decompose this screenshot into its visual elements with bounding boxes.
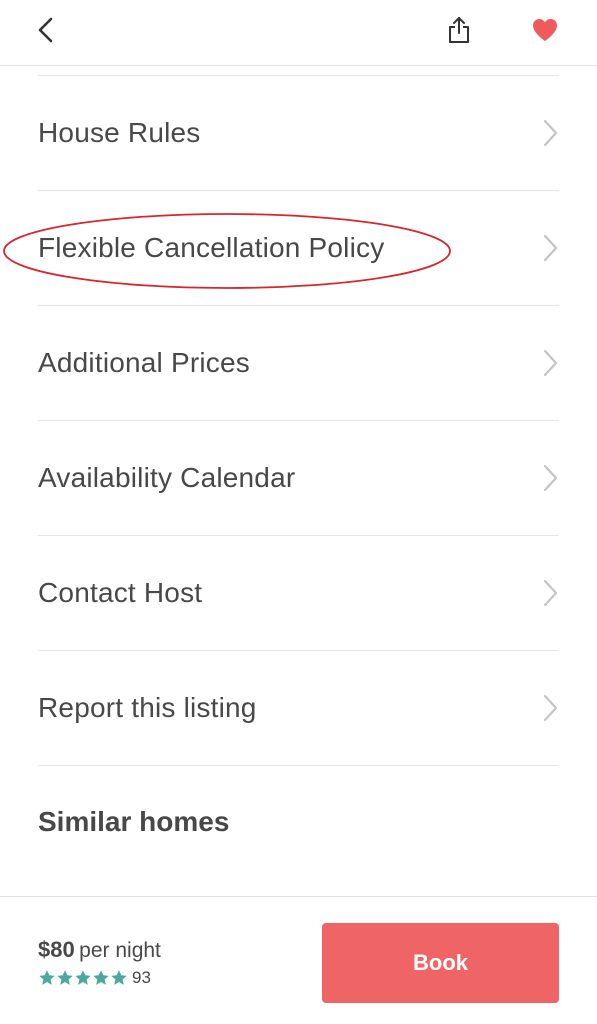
share-button[interactable] (441, 12, 477, 48)
book-button[interactable]: Book (322, 923, 559, 1003)
favorite-button[interactable] (527, 12, 563, 48)
menu-item-cancellation-policy[interactable]: Flexible Cancellation Policy (38, 191, 559, 306)
star-icon (93, 970, 109, 985)
review-count: 93 (132, 968, 151, 987)
star-icon (111, 970, 127, 985)
star-icon (57, 970, 73, 985)
menu-item-label: House Rules (38, 117, 201, 148)
menu-item-additional-prices[interactable]: Additional Prices (38, 306, 559, 421)
top-navigation-bar (0, 0, 597, 66)
menu-item-label: Contact Host (38, 577, 203, 608)
menu-item-label: Availability Calendar (38, 462, 296, 493)
menu-item-availability-calendar[interactable]: Availability Calendar (38, 421, 559, 536)
chevron-right-icon (543, 579, 558, 607)
menu-item-house-rules[interactable]: House Rules (38, 76, 559, 191)
heart-icon (533, 19, 557, 41)
menu-item-label: Flexible Cancellation Policy (38, 232, 385, 263)
menu-item-report-listing[interactable]: Report this listing (38, 651, 559, 766)
chevron-right-icon (543, 464, 558, 492)
star-icon (39, 970, 55, 985)
back-button[interactable] (28, 12, 64, 48)
price-unit: per night (79, 939, 161, 962)
menu-item-contact-host[interactable]: Contact Host (38, 536, 559, 651)
booking-bar: $80 per night 93 Book (0, 896, 597, 1024)
star-rating (38, 969, 128, 987)
price-per-night: $80 per night (38, 937, 161, 963)
menu-item-label: Report this listing (38, 692, 257, 723)
menu-item-label: Additional Prices (38, 347, 250, 378)
listing-details-screen: House Rules Flexible Cancellation Policy… (0, 0, 597, 1024)
rating-summary[interactable]: 93 (38, 968, 151, 988)
chevron-left-icon (38, 17, 53, 43)
similar-homes-heading: Similar homes (38, 806, 230, 837)
chevron-right-icon (543, 349, 558, 377)
price-amount: $80 (38, 937, 75, 962)
chevron-right-icon (543, 694, 558, 722)
share-icon (449, 17, 469, 43)
star-icon (75, 970, 91, 985)
chevron-right-icon (543, 234, 558, 262)
chevron-right-icon (543, 119, 558, 147)
